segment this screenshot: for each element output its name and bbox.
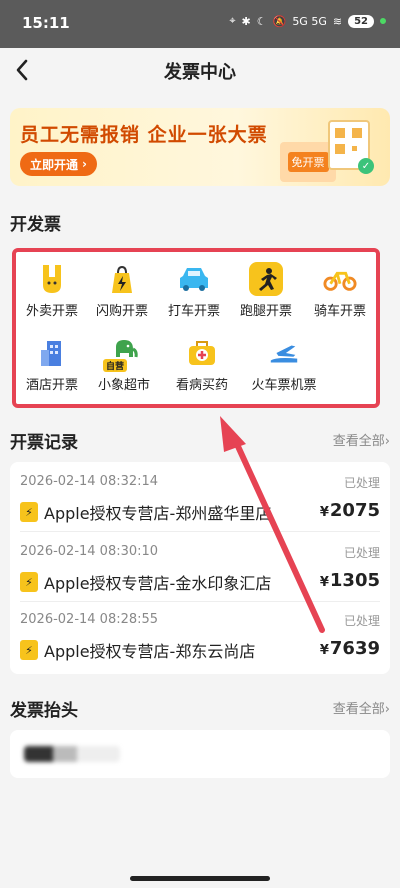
divider [20,531,380,532]
status-bar: 15:11 ⌖ ✱ ☾ 🔕 5G 5G ≋ 52 [0,0,400,48]
grid-label: 跑腿开票 [239,304,292,319]
invoice-type-grid: 外卖开票 闪购开票 打车开票 跑腿开票 骑车开票 酒店开票 自营 小象超市 看病… [12,248,380,408]
invoice-header-see-all-link[interactable]: 查看全部› [333,698,390,717]
record-store: Apple授权专营店-金水印象汇店 [44,574,272,593]
grid-item-bike[interactable]: 骑车开票 [304,262,376,324]
grid-item-takeout[interactable]: 外卖开票 [16,262,88,324]
moon-icon: ☾ [256,14,267,28]
record-row[interactable]: 2026-02-14 08:32:14 已处理 ⚡ Apple授权专营店-郑州盛… [10,464,390,532]
grid-item-errand[interactable]: 跑腿开票 [230,262,302,324]
records-title: 开票记录 [10,433,78,453]
status-time: 15:11 [22,14,70,32]
check-icon: ✓ [358,158,374,174]
wifi-icon: ≋ [332,14,343,28]
bluetooth-icon: ✱ [241,14,251,28]
record-store: Apple授权专营店-郑州盛华里店 [44,504,272,523]
mute-icon: 🔕 [272,14,287,28]
page-title: 发票中心 [164,62,236,83]
elephant-icon: 自营 [103,336,141,372]
grid-label: 闪购开票 [95,304,148,319]
record-amount: ¥1305 [319,570,380,591]
invoice-header-title: 发票抬头 [10,701,78,721]
signal-icon: 5G 5G [292,14,327,28]
qr-code-icon: ✓ [328,120,374,174]
grid-label: 外卖开票 [25,304,78,319]
car-icon [177,262,211,296]
grid-item-medicine[interactable]: 看病买药 [166,336,238,398]
flash-bag-icon: ⚡ [20,640,38,660]
runner-icon [249,262,283,296]
grid-label: 看病买药 [175,378,228,393]
see-all-label: 查看全部 [332,434,385,449]
status-icons: ⌖ ✱ ☾ 🔕 5G 5G ≋ 52 [229,14,386,28]
record-time: 2026-02-14 08:28:55 [20,612,159,627]
battery-icon: 52 [348,14,374,28]
grid-label: 骑车开票 [313,304,366,319]
record-row[interactable]: 2026-02-14 08:28:55 已处理 ⚡ Apple授权专营店-郑东云… [10,602,390,670]
flash-bag-icon: ⚡ [20,572,38,592]
record-amount: ¥7639 [319,638,380,659]
see-all-label: 查看全部 [332,702,385,717]
banner-headline: 员工无需报销 企业一张大票 [20,124,268,146]
grid-label: 火车票机票 [251,378,317,393]
record-amount: ¥2075 [319,500,380,521]
chevron-right-icon: › [82,157,87,171]
promo-banner[interactable]: 员工无需报销 企业一张大票 立即开通 › 免开票 ✓ [10,108,390,186]
grid-label: 打车开票 [167,304,220,319]
grid-item-supermarket[interactable]: 自营 小象超市 [88,336,160,398]
bike-icon [323,262,357,296]
record-status: 已处理 [343,546,380,560]
banner-cta-button[interactable]: 立即开通 › [20,152,97,176]
grid-item-flash-buy[interactable]: 闪购开票 [86,262,158,324]
train-plane-icon [267,336,301,370]
record-time: 2026-02-14 08:30:10 [20,544,159,559]
hotel-icon [35,336,69,370]
record-store: Apple授权专营店-郑东云尚店 [44,642,256,661]
home-indicator[interactable] [130,876,270,881]
redacted-header-name [24,746,120,762]
flash-bag-icon: ⚡ [20,502,38,522]
banner-cta-label: 立即开通 [30,157,79,172]
records-see-all-link[interactable]: 查看全部› [333,430,390,449]
camera-indicator-icon [380,18,386,24]
medicine-icon [185,336,219,370]
record-status: 已处理 [343,614,380,628]
open-invoice-title: 开发票 [10,215,61,235]
invoice-header-card[interactable] [10,730,390,778]
flash-bag-icon [105,262,139,296]
takeout-icon [35,262,69,296]
badge-label: 免开票 [287,152,329,172]
grid-label: 酒店开票 [25,378,78,393]
records-list: 2026-02-14 08:32:14 已处理 ⚡ Apple授权专营店-郑州盛… [10,462,390,674]
grid-item-hotel[interactable]: 酒店开票 [16,336,88,398]
self-operated-tag: 自营 [103,359,128,372]
grid-item-taxi[interactable]: 打车开票 [158,262,230,324]
chevron-right-icon: › [384,702,390,717]
location-icon: ⌖ [229,14,236,27]
chevron-right-icon: › [384,434,390,449]
record-row[interactable]: 2026-02-14 08:30:10 已处理 ⚡ Apple授权专营店-金水印… [10,534,390,602]
grid-label: 小象超市 [97,378,150,393]
record-time: 2026-02-14 08:32:14 [20,474,159,489]
nav-bar: 发票中心 [0,48,400,92]
grid-item-train-plane[interactable]: 火车票机票 [244,336,324,398]
record-status: 已处理 [343,476,380,490]
